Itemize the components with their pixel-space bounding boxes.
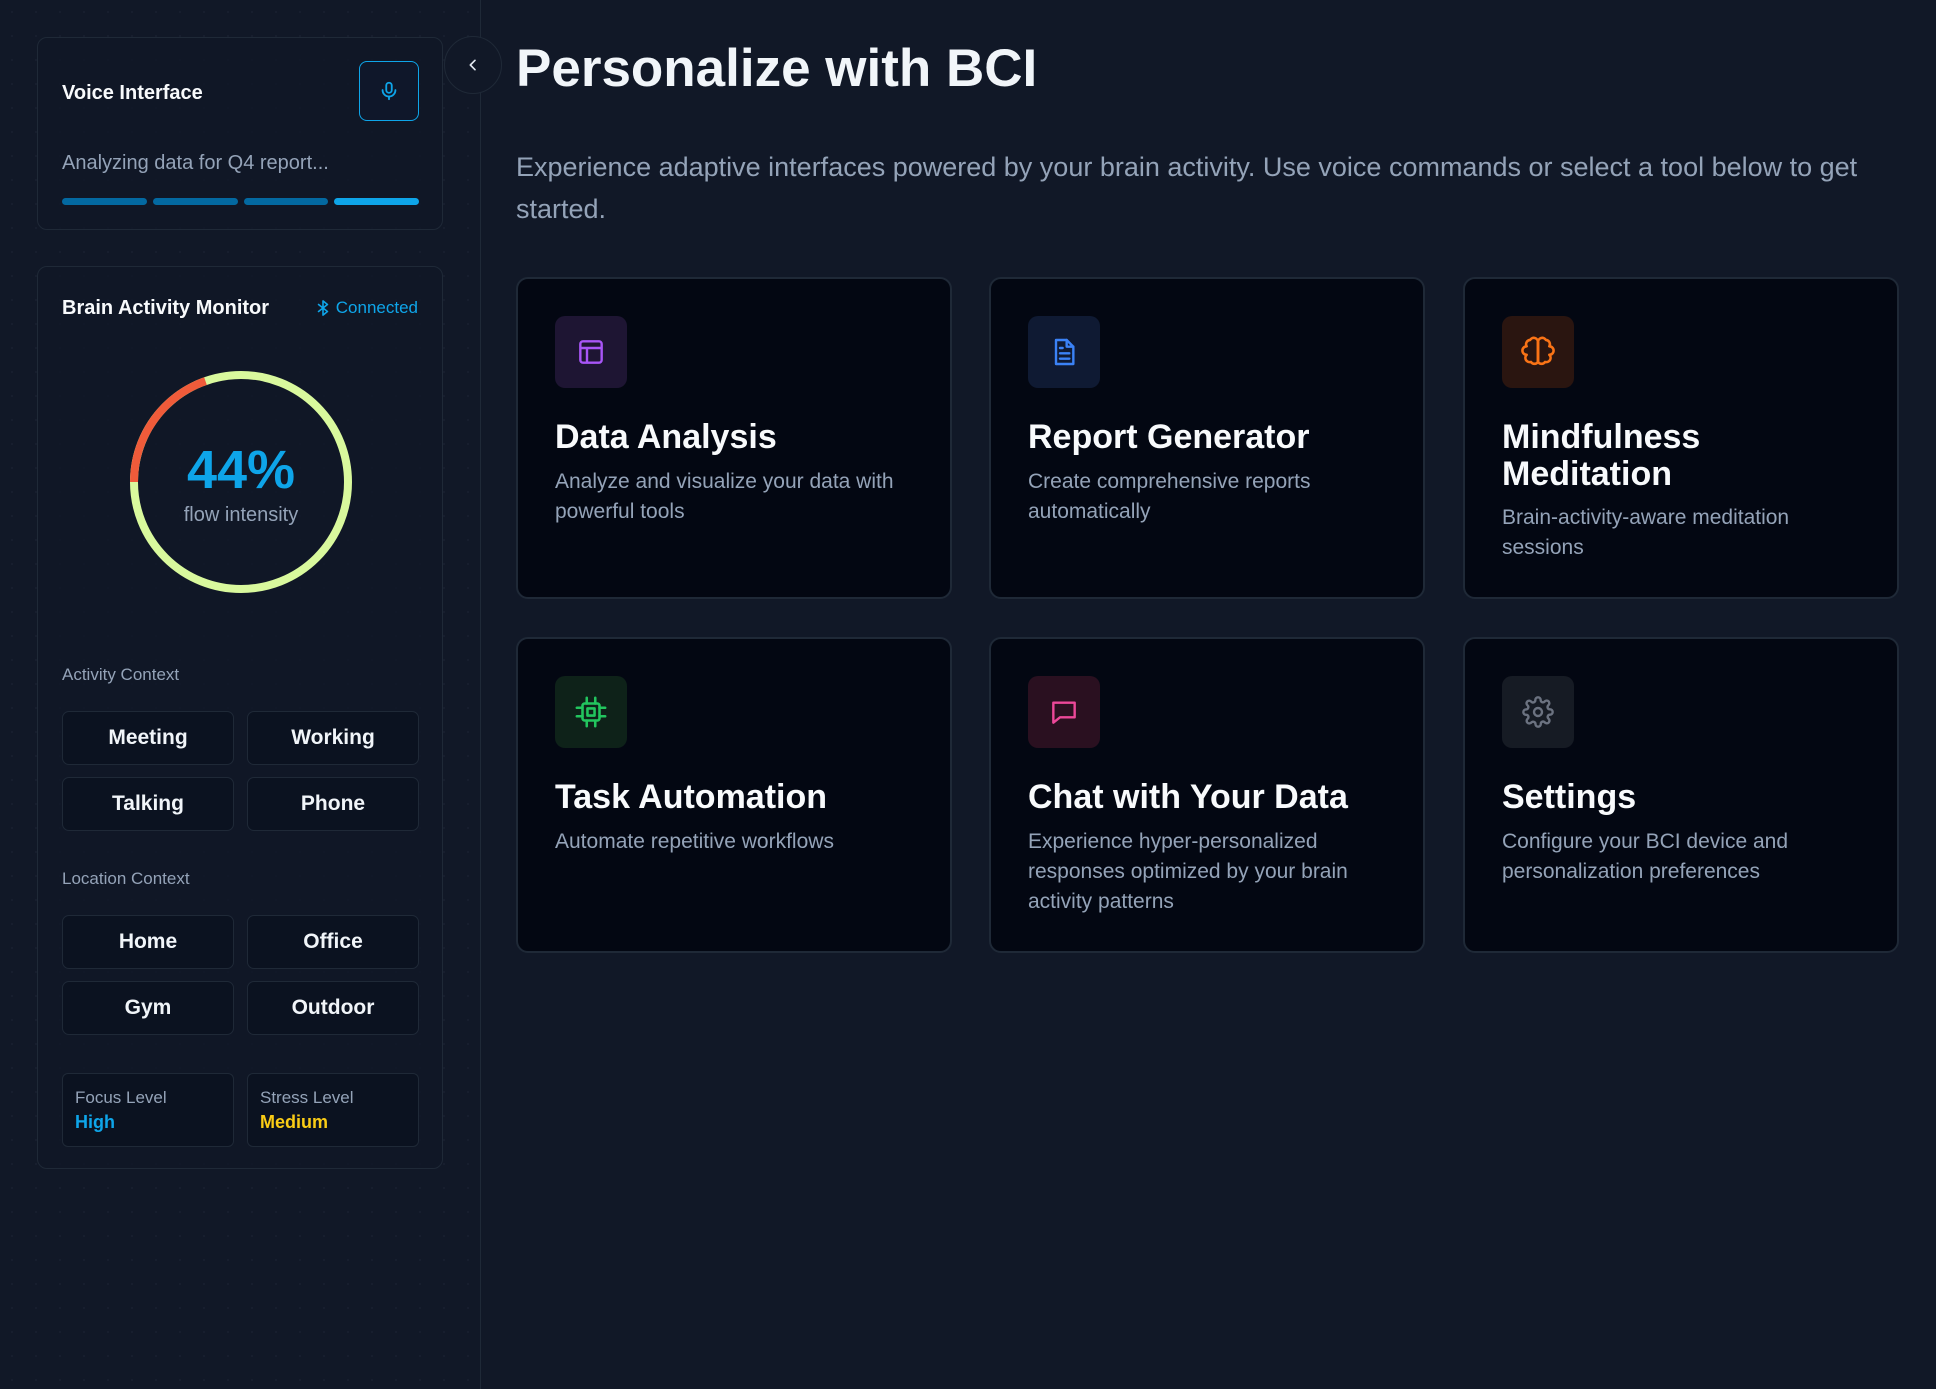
card-icon-box — [555, 316, 627, 388]
chevron-left-icon — [469, 59, 476, 71]
tool-card-mindfulness-meditation[interactable]: Mindfulness Meditation Brain-activity-aw… — [1463, 277, 1899, 599]
card-icon-box — [555, 676, 627, 748]
stress-level-value: Medium — [260, 1112, 329, 1132]
activity-phone-button[interactable]: Phone — [247, 777, 419, 831]
microphone-icon — [381, 81, 397, 101]
activity-talking-button[interactable]: Talking — [62, 777, 234, 831]
location-gym-button[interactable]: Gym — [62, 981, 234, 1035]
brain-icon — [1521, 336, 1555, 366]
card-description: Configure your BCI device and personaliz… — [1502, 830, 1788, 883]
stress-level-box: Stress Level Medium — [247, 1073, 419, 1147]
tool-card-report-generator[interactable]: Report Generator Create comprehensive re… — [989, 277, 1425, 599]
card-icon-box — [1028, 676, 1100, 748]
brain-monitor-title: Brain Activity Monitor — [62, 297, 270, 319]
tool-card-data-analysis[interactable]: Data Analysis Analyze and visualize your… — [516, 277, 952, 599]
location-context-label: Location Context — [62, 869, 190, 888]
bluetooth-icon — [317, 300, 329, 316]
focus-level-box: Focus Level High — [62, 1073, 234, 1147]
card-icon-box — [1502, 316, 1574, 388]
card-title: Task Automation — [555, 778, 828, 816]
card-title: Settings — [1502, 778, 1637, 816]
voice-status-text: Analyzing data for Q4 report... — [62, 152, 329, 174]
location-office-button[interactable]: Office — [247, 915, 419, 969]
card-description: Analyze and visualize your data with pow… — [555, 470, 894, 523]
tool-card-chat-with-your-data[interactable]: Chat with Your Data Experience hyper-per… — [989, 637, 1425, 953]
tool-card-settings[interactable]: Settings Configure your BCI device and p… — [1463, 637, 1899, 953]
page-title: Personalize with BCI — [516, 39, 1038, 98]
microphone-button[interactable] — [359, 61, 419, 121]
card-icon-box — [1028, 316, 1100, 388]
card-description: Automate repetitive workflows — [555, 830, 834, 853]
location-outdoor-button[interactable]: Outdoor — [247, 981, 419, 1035]
brain-activity-panel: Brain Activity Monitor Connected 44% flo… — [37, 266, 443, 1169]
voice-level-bars — [62, 198, 419, 206]
collapse-sidebar-button[interactable] — [444, 36, 502, 94]
card-title: Chat with Your Data — [1028, 778, 1348, 816]
card-description: Brain-activity-aware meditation sessions — [1502, 506, 1790, 559]
voice-level-bar — [62, 198, 147, 205]
cpu-icon — [575, 696, 607, 728]
sidebar: Voice Interface Analyzing data for Q4 re… — [0, 0, 481, 1389]
card-title: Data Analysis — [555, 418, 777, 456]
stress-level-label: Stress Level — [260, 1088, 354, 1107]
focus-level-value: High — [75, 1112, 115, 1132]
card-description: Experience hyper-personalized responses … — [1028, 830, 1348, 913]
layout-icon — [579, 340, 603, 364]
activity-meeting-button[interactable]: Meeting — [62, 711, 234, 765]
card-description: Create comprehensive reports automatical… — [1028, 470, 1311, 523]
voice-level-bar — [152, 198, 238, 205]
chat-icon — [1052, 701, 1076, 724]
activity-working-button[interactable]: Working — [247, 711, 419, 765]
document-icon — [1054, 338, 1075, 366]
focus-level-label: Focus Level — [75, 1088, 167, 1107]
flow-intensity-label: flow intensity — [183, 504, 299, 526]
flow-intensity-value: 44% — [186, 440, 296, 500]
page-subtitle: Experience adaptive interfaces powered b… — [516, 152, 1858, 224]
voice-interface-title: Voice Interface — [62, 82, 203, 104]
tool-card-task-automation[interactable]: Task Automation Automate repetitive work… — [516, 637, 952, 953]
activity-context-label: Activity Context — [62, 665, 180, 684]
voice-level-bar — [334, 198, 419, 205]
connection-status: Connected — [317, 298, 418, 318]
card-title: Mindfulness Meditation — [1502, 418, 1701, 493]
card-title: Report Generator — [1028, 418, 1310, 456]
connection-status-label: Connected — [335, 298, 418, 317]
location-home-button[interactable]: Home — [62, 915, 234, 969]
voice-level-bar — [243, 198, 329, 205]
gear-icon — [1522, 696, 1554, 728]
voice-interface-panel: Voice Interface Analyzing data for Q4 re… — [37, 37, 443, 230]
card-icon-box — [1502, 676, 1574, 748]
